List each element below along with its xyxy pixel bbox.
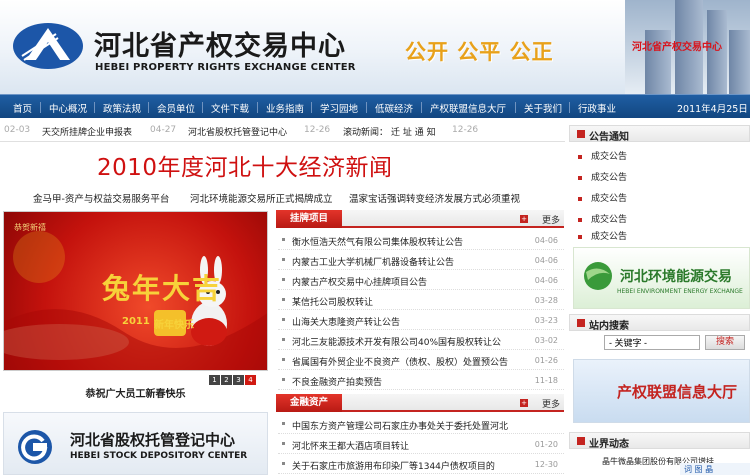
- notice-title: 公告通知: [589, 132, 629, 143]
- listing-more-link[interactable]: 更多: [542, 213, 560, 226]
- equity-center-subtitle: HEBEI STOCK DEPOSITORY CENTER: [70, 451, 248, 461]
- building-sign: 河北省产权交易中心: [632, 42, 722, 53]
- nav-home[interactable]: 首页: [13, 101, 32, 115]
- nav-low-carbon[interactable]: 低碳经济: [375, 101, 413, 115]
- nav-guide[interactable]: 业务指南: [266, 101, 304, 115]
- ticker-link[interactable]: 河北省股权托管登记中心: [188, 125, 287, 138]
- energy-exchange-subtitle: HEBEI ENVIRONMENT ENERGY EXCHANGE: [617, 288, 743, 295]
- sub-news-link[interactable]: 河北环境能源交易所正式揭牌成立: [190, 191, 333, 205]
- logo-icon[interactable]: [12, 22, 84, 70]
- listing-row[interactable]: 山海关大恵隆资产转让公告 03-23: [278, 310, 564, 330]
- listing-row[interactable]: 河北三友能源技术开发有限公司40%国有股权转让公 03-02: [278, 330, 564, 350]
- finance-tab[interactable]: 金融资产: [276, 394, 343, 412]
- news-ticker: 02-03 天交所挂牌企业申报表 04-27 河北省股权托管登记中心 12-26…: [0, 118, 565, 142]
- biz-title: 业界动态: [589, 439, 629, 450]
- energy-exchange-title: 河北环境能源交易: [620, 269, 732, 285]
- notice-link[interactable]: 成交公告: [578, 229, 627, 242]
- slogan: 公开 公平 公正: [405, 40, 554, 64]
- listing-panel-header: 挂牌项目 + 更多: [276, 210, 564, 228]
- ticker-date: 02-03: [4, 125, 31, 135]
- ticker-date: 04-27: [150, 125, 177, 135]
- headline-link[interactable]: 2010年度河北十大经济新闻: [97, 148, 393, 182]
- pager-page-active[interactable]: 4: [245, 375, 256, 385]
- main-nav: 首页 中心概况 政策法规 会员单位 文件下载 业务指南 学习园地 低碳经济 产权…: [0, 94, 750, 118]
- listing-row[interactable]: 内蒙古工业大学机械厂机器设备转让公告 04-06: [278, 250, 564, 270]
- listing-row[interactable]: 省属国有外贸企业不良资产（债权、股权）处置预公告 01-26: [278, 350, 564, 370]
- sub-news-link[interactable]: 温家宝话强调转变经济发展方式必须重视: [349, 191, 520, 205]
- search-button[interactable]: 搜索: [705, 335, 745, 350]
- notice-link[interactable]: 成交公告: [578, 149, 627, 162]
- corner-text: 恭贺新禧: [14, 223, 46, 232]
- listing-row[interactable]: 衡水恒浩天然气有限公司集体股权转让公告 04-06: [278, 230, 564, 250]
- square-icon: [577, 319, 585, 327]
- plus-icon: +: [520, 215, 528, 223]
- listing-row[interactable]: 不良金融资产拍卖预告 11-18: [278, 370, 564, 390]
- site-logo-title: 河北省产权交易中心: [94, 31, 346, 62]
- ticker-date: 12-26: [304, 125, 331, 135]
- square-icon: [577, 130, 585, 138]
- finance-row[interactable]: 中国东方资产管理公司石家庄办事处关于委托处置河北: [278, 414, 564, 434]
- equity-center-title: 河北省股权托管登记中心: [70, 431, 236, 449]
- notice-link[interactable]: 成交公告: [578, 212, 627, 225]
- notice-link[interactable]: 成交公告: [578, 170, 627, 183]
- nav-admin[interactable]: 行政事业: [578, 101, 616, 115]
- search-title: 站内搜索: [589, 321, 629, 332]
- notice-panel-header: 公告通知: [569, 125, 750, 143]
- nav-about[interactable]: 关于我们: [524, 101, 562, 115]
- pager-page[interactable]: 3: [233, 375, 244, 385]
- ticker-link[interactable]: 天交所挂牌企业申报表: [42, 125, 132, 138]
- equity-logo-icon: [18, 430, 52, 464]
- nav-alliance-hall[interactable]: 产权联盟信息大厅: [430, 101, 506, 115]
- globe-icon: [584, 262, 612, 290]
- slide-art-year: 2011: [122, 316, 150, 327]
- nav-policy[interactable]: 政策法规: [103, 101, 141, 115]
- finance-row[interactable]: 河北怀来王都大酒店项目转让 01-20: [278, 434, 564, 454]
- square-icon: [577, 437, 585, 445]
- listing-row[interactable]: 内蒙古产权交易中心挂牌项目公告 04-06: [278, 270, 564, 290]
- nav-learning[interactable]: 学习园地: [320, 101, 358, 115]
- current-date: 2011年4月25日 星: [677, 104, 750, 115]
- finance-more-link[interactable]: 更多: [542, 397, 560, 410]
- slideshow-image[interactable]: 恭贺新禧 兔年大吉 2011 新年快乐: [3, 211, 268, 371]
- site-header: 河北省产权交易中心 HEBEI PROPERTY RIGHTS EXCHANGE…: [0, 0, 750, 94]
- search-panel-header: 站内搜索: [569, 314, 750, 332]
- notice-link[interactable]: 成交公告: [578, 191, 627, 204]
- floating-toolbar-label: 词 图 晶: [684, 465, 714, 474]
- nav-center-overview[interactable]: 中心概况: [49, 101, 87, 115]
- pager-page[interactable]: 1: [209, 375, 220, 385]
- listing-tab[interactable]: 挂牌项目: [276, 210, 343, 228]
- search-input[interactable]: [604, 335, 700, 350]
- finance-row[interactable]: 关于石家庄市旅游用布印染厂等1344户债权项目的 12-30: [278, 454, 564, 474]
- ticker-date: 12-26: [452, 125, 479, 135]
- scroll-news-link[interactable]: 迁 址 通 知: [391, 125, 436, 138]
- alliance-hall-title: 产权联盟信息大厅: [617, 383, 738, 401]
- finance-panel-header: 金融资产 + 更多: [276, 394, 564, 412]
- slideshow-caption[interactable]: 恭祝广大员工新春快乐: [3, 385, 268, 400]
- nav-members[interactable]: 会员单位: [157, 101, 195, 115]
- nav-downloads[interactable]: 文件下载: [211, 101, 249, 115]
- site-logo-subtitle: HEBEI PROPERTY RIGHTS EXCHANGE CENTER: [95, 62, 356, 73]
- sub-news-link[interactable]: 金马甲-资产与权益交易服务平台: [33, 191, 169, 205]
- plus-icon: +: [520, 399, 528, 407]
- scroll-news-label: 滚动新闻：: [343, 128, 389, 138]
- pager-page[interactable]: 2: [221, 375, 232, 385]
- slide-art-title: 兔年大吉: [102, 272, 223, 305]
- listing-row[interactable]: 某信托公司股权转让 03-28: [278, 290, 564, 310]
- slide-art-sub: 新年快乐: [154, 320, 194, 331]
- biz-panel-header: 业界动态: [569, 432, 750, 450]
- floating-toolbar[interactable]: 词 图 晶: [680, 463, 750, 475]
